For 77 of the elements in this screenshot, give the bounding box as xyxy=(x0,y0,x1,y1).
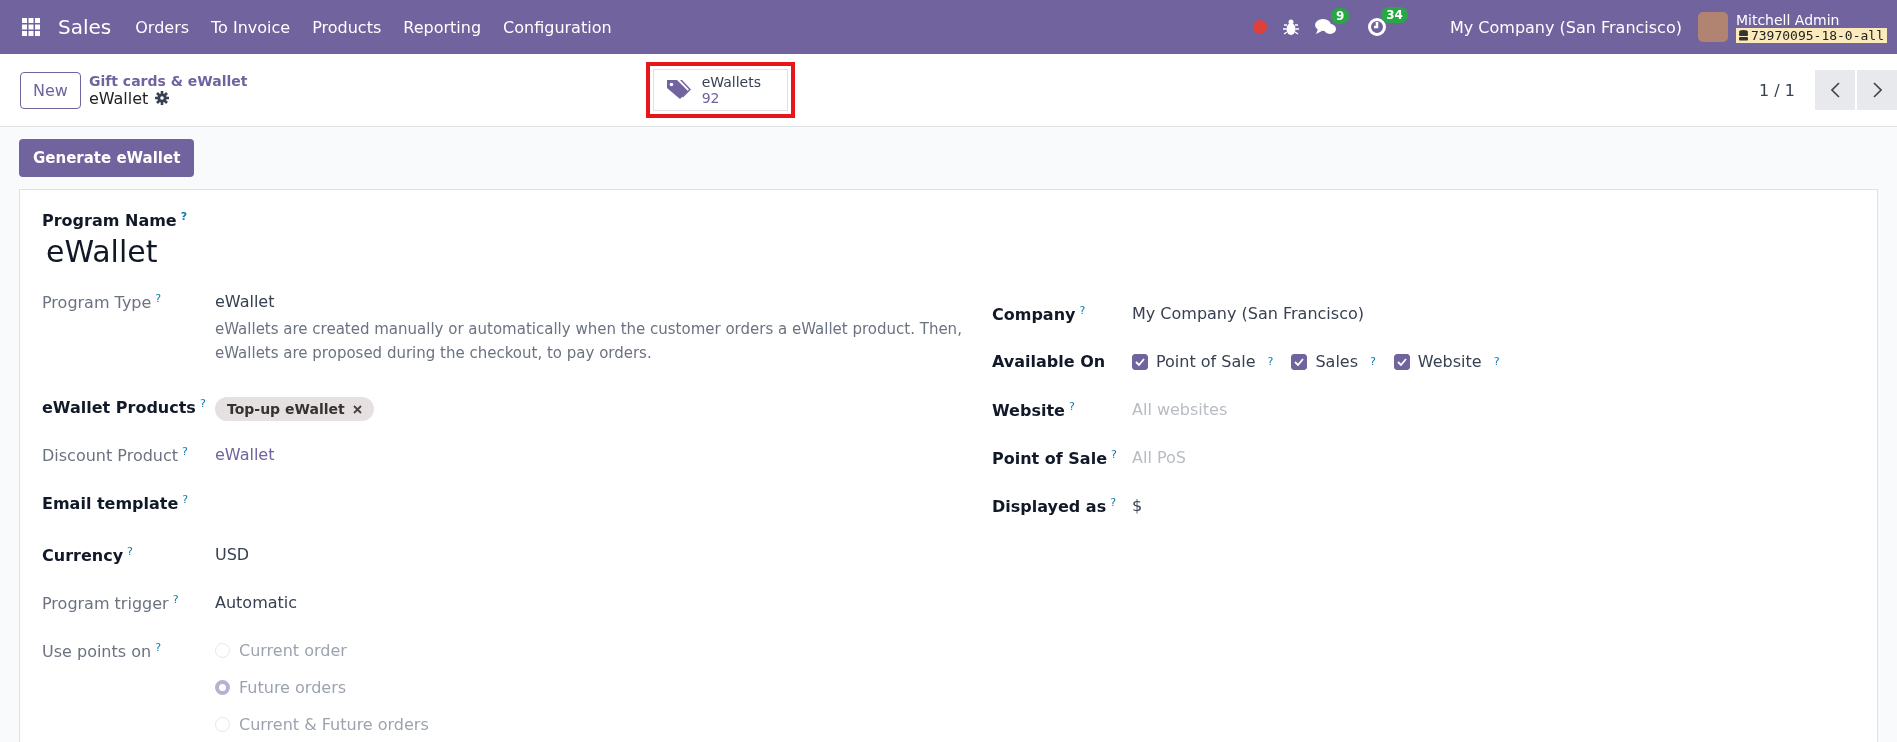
menu-item[interactable]: Reporting xyxy=(403,17,482,37)
menu-item[interactable]: Products xyxy=(312,17,382,37)
new-button[interactable]: New xyxy=(20,71,81,109)
field-label: Displayed as xyxy=(992,497,1107,517)
next-button[interactable] xyxy=(1857,70,1897,110)
product-tag[interactable]: Top-up eWallet xyxy=(215,397,374,422)
activities-count-badge: 34 xyxy=(1381,7,1408,23)
field-value[interactable]: eWallet xyxy=(215,292,275,312)
database-tag: 73970095-18-0-all xyxy=(1735,27,1887,43)
record-title: eWallet xyxy=(88,88,149,108)
generate-ewallet-button[interactable]: Generate eWallet xyxy=(19,139,195,177)
database-icon xyxy=(1738,29,1748,41)
field-label: Program trigger xyxy=(42,594,169,614)
checkmark-icon xyxy=(1396,357,1407,366)
help-tooltip-icon[interactable]: ? xyxy=(172,593,179,607)
help-tooltip-icon[interactable]: ? xyxy=(127,545,133,559)
app-grid-icon[interactable] xyxy=(22,18,40,36)
field-value[interactable]: $ xyxy=(1132,496,1143,516)
field-label: Website xyxy=(992,401,1065,421)
checkbox[interactable] xyxy=(1132,353,1148,370)
breadcrumb-link[interactable]: Gift cards & eWallet xyxy=(88,72,248,89)
field-value[interactable]: My Company (San Francisco) xyxy=(1132,304,1364,324)
field-label: Company xyxy=(992,305,1076,325)
menu-item[interactable]: Configuration xyxy=(503,17,612,37)
tags-icon xyxy=(665,79,692,101)
help-tooltip-icon[interactable]: ? xyxy=(1079,304,1086,318)
help-tooltip-icon[interactable]: ? xyxy=(1068,400,1075,414)
program-name-field[interactable]: eWallet xyxy=(42,230,1855,276)
field-label: Available On xyxy=(992,352,1106,372)
chevron-right-icon xyxy=(1872,82,1882,98)
field-label: Email template xyxy=(42,494,179,514)
field-value[interactable]: USD xyxy=(215,545,250,565)
help-tooltip-icon[interactable]: ? xyxy=(1493,355,1500,369)
checkbox[interactable] xyxy=(1393,353,1410,370)
field-label: Currency xyxy=(42,546,124,566)
clock-icon[interactable] xyxy=(1367,17,1388,37)
checkbox-label[interactable]: Point of Sale xyxy=(1156,352,1256,372)
chat-icon[interactable] xyxy=(1314,18,1337,36)
help-tooltip-icon[interactable]: ? xyxy=(1370,355,1376,369)
field-label: Program Name xyxy=(42,211,177,231)
field-label: Discount Product xyxy=(42,446,179,466)
field-label: eWallet Products xyxy=(42,398,196,418)
record-dot-icon[interactable] xyxy=(1252,20,1267,34)
settings-icon[interactable] xyxy=(155,91,170,105)
stat-label: eWallets xyxy=(701,74,761,90)
menu-item[interactable]: To Invoice xyxy=(211,17,291,37)
field-label: Program Type xyxy=(42,293,152,313)
company-switcher[interactable]: My Company (San Francisco) xyxy=(1449,17,1682,37)
chevron-left-icon xyxy=(1830,82,1840,98)
user-name[interactable]: Mitchell Admin xyxy=(1735,11,1887,28)
menu-item[interactable]: Orders xyxy=(135,17,190,37)
field-value[interactable]: Automatic xyxy=(215,593,298,613)
help-tooltip-icon[interactable]: ? xyxy=(180,210,188,223)
field-description: eWallets are created manually or automatically when the customer orders a eWallet product. Then, eWallets are proposed during the checkout, to pay orders. xyxy=(215,319,963,365)
checkbox[interactable] xyxy=(1291,353,1308,370)
checkmark-icon xyxy=(1135,357,1145,366)
help-tooltip-icon[interactable]: ? xyxy=(1110,496,1116,510)
field-label: Point of Sale xyxy=(992,449,1107,469)
help-tooltip-icon[interactable]: ? xyxy=(199,397,206,411)
ewallets-stat-button[interactable]: eWallets 92 xyxy=(652,69,788,111)
help-tooltip-icon[interactable]: ? xyxy=(182,493,189,507)
help-tooltip-icon[interactable]: ? xyxy=(182,445,188,459)
field-label: Use points on xyxy=(42,642,152,662)
bug-icon[interactable] xyxy=(1282,18,1299,36)
pager-counter[interactable]: 1 / 1 xyxy=(1759,80,1795,100)
stat-value: 92 xyxy=(701,90,720,106)
messages-count-badge: 9 xyxy=(1330,8,1350,24)
help-tooltip-icon[interactable]: ? xyxy=(1267,355,1274,369)
help-tooltip-icon[interactable]: ? xyxy=(1111,448,1117,462)
checkbox-label[interactable]: Sales xyxy=(1315,352,1358,372)
checkbox-label[interactable]: Website xyxy=(1417,352,1482,372)
remove-icon[interactable] xyxy=(352,404,362,414)
checkmark-icon xyxy=(1294,357,1305,366)
help-tooltip-icon[interactable]: ? xyxy=(155,292,162,306)
app-name-link[interactable]: Sales xyxy=(58,15,112,39)
field-link[interactable]: eWallet xyxy=(215,445,275,465)
previous-button[interactable] xyxy=(1815,70,1855,110)
